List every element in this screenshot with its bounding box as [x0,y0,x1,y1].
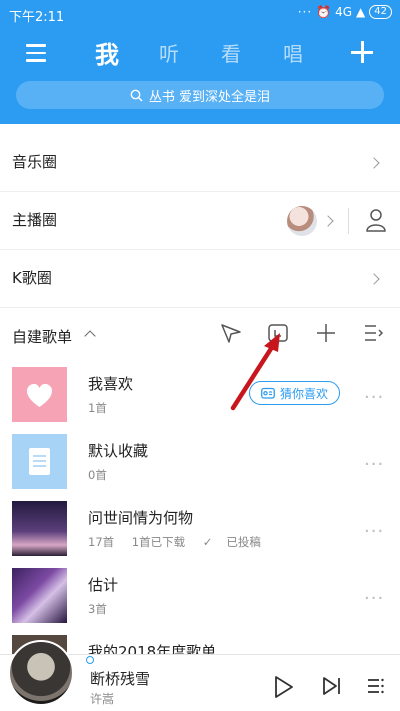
status-bar: 下午2:11 ··· ⏰ 4G ▲ 42 [0,0,400,28]
divider [348,208,349,234]
playlist-icon[interactable] [366,676,386,696]
playlist-downloaded: 1首已下载 [131,535,186,549]
playlist-count: 0首 [88,468,107,482]
status-time: 下午2:11 [9,10,65,25]
playlist-meta: 17首 1首已下载 ✓ 已投稿 [88,534,275,550]
main-content: 音乐圈 主播圈 K歌圈 自建歌单 我喜欢 1首 猜你喜欢 ··· 默认收藏 0首… [0,124,400,654]
status-dots: ··· [297,5,313,19]
heart-icon [26,383,53,407]
tab-sing[interactable]: 唱 [283,38,303,67]
battery-badge: 42 [369,5,392,19]
chevron-right-icon [368,273,380,285]
playlist-cover [12,367,67,422]
playlist-count: 3首 [88,602,107,616]
playlist-meta: 0首 [88,467,121,483]
add-icon[interactable] [314,321,338,345]
status-indicators: ··· ⏰ 4G ▲ 42 [298,5,392,19]
collapse-icon[interactable] [84,330,96,342]
row-anchor-circle[interactable]: 主播圈 [0,192,400,250]
progress-indicator [86,656,94,664]
playlist-item[interactable]: 估计 3首 ··· [0,568,400,634]
play-icon[interactable] [274,676,294,698]
tab-watch[interactable]: 看 [221,38,241,67]
song-artist: 许嵩 [90,692,115,706]
top-header: 下午2:11 ··· ⏰ 4G ▲ 42 我 听 看 唱 丛书 爱到深处全是泪 [0,0,400,124]
more-icon[interactable]: ··· [364,588,384,609]
network-label: 4G [335,5,353,19]
menu-icon[interactable] [26,44,46,62]
next-icon[interactable] [322,676,342,696]
playlist-title: 问世间情为何物 [88,509,194,527]
row-music-circle[interactable]: 音乐圈 [0,134,400,192]
avatar[interactable] [287,206,317,236]
note-icon [29,448,50,475]
top-nav: 我 听 看 唱 [0,34,400,74]
playlist-title: 我的2018年度歌单 [88,643,217,654]
manage-list-icon[interactable] [362,321,386,345]
playlist-cover [12,434,67,489]
search-bar[interactable]: 丛书 爱到深处全是泪 [16,81,384,109]
playlist-title: 我喜欢 [88,375,134,393]
tab-listen[interactable]: 听 [159,38,179,67]
section-title[interactable]: 自建歌单 [12,326,72,347]
row-label: 音乐圈 [12,153,58,171]
song-title: 断桥残雪 [90,670,151,688]
playlist-cover [12,568,67,623]
playlist-count: 1首 [88,401,107,415]
playlist-status: 已投稿 [226,535,261,549]
annotation-arrow [230,333,280,411]
playlist-title: 默认收藏 [88,442,149,460]
row-label: K歌圈 [12,269,52,287]
chevron-right-icon [368,157,380,169]
playlist-title: 估计 [88,576,119,594]
playlist-meta: 1首 [88,400,121,416]
playlist-item[interactable]: 我喜欢 1首 猜你喜欢 ··· [0,367,400,433]
check-icon: ✓ [202,535,213,549]
playlist-cover [12,501,67,556]
search-placeholder: 丛书 爱到深处全是泪 [148,89,271,105]
user-icon[interactable] [366,208,386,232]
more-icon[interactable]: ··· [364,387,384,408]
row-label: 主播圈 [12,211,58,229]
tab-me[interactable]: 我 [95,35,119,70]
plus-icon[interactable] [350,40,374,64]
playlist-item[interactable]: 默认收藏 0首 ··· [0,434,400,500]
album-art[interactable] [8,640,74,706]
row-ksong-circle[interactable]: K歌圈 [0,250,400,308]
alarm-icon: ⏰ [316,5,332,19]
more-icon[interactable]: ··· [364,454,384,475]
playlist-count: 17首 [88,535,115,549]
playlists-header: 自建歌单 [0,308,400,360]
signal-icon: ▲ [356,5,366,19]
playlist-meta: 3首 [88,601,121,617]
playlist-item[interactable]: 问世间情为何物 17首 1首已下载 ✓ 已投稿 ··· [0,501,400,567]
chevron-right-icon [322,215,334,227]
more-icon[interactable]: ··· [364,521,384,542]
search-icon [130,89,143,101]
